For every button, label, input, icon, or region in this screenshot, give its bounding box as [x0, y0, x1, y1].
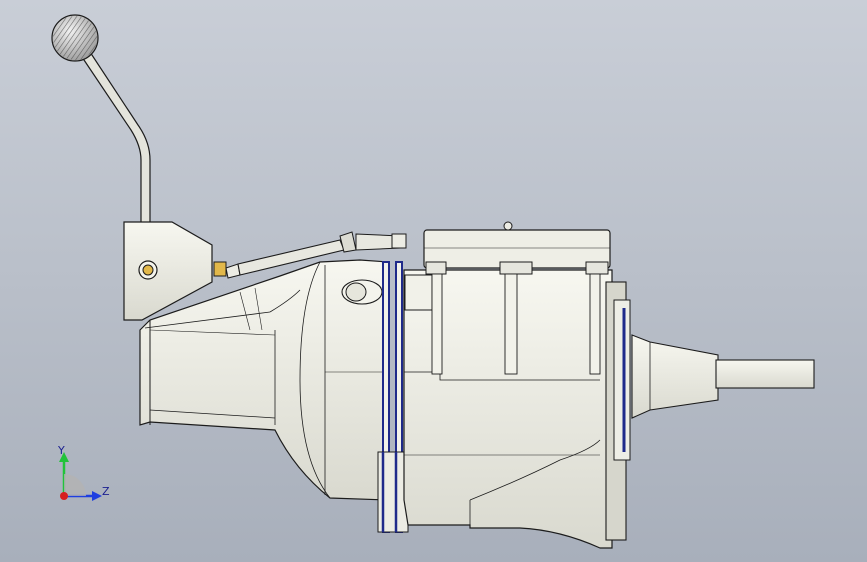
- triad-y-label: Y: [58, 444, 65, 457]
- vent-port: [341, 279, 383, 305]
- shift-lever[interactable]: [81, 51, 151, 226]
- rear-flange[interactable]: [605, 281, 631, 541]
- shift-knob-icon[interactable]: [51, 14, 99, 62]
- output-shaft[interactable]: [631, 334, 815, 419]
- x-axis-dot-icon: [60, 492, 68, 500]
- graphics-viewport[interactable]: Y Z: [0, 0, 867, 562]
- axis-triad: [59, 452, 102, 501]
- triad-z-label: Z: [102, 485, 110, 498]
- transmission-model[interactable]: [0, 0, 867, 562]
